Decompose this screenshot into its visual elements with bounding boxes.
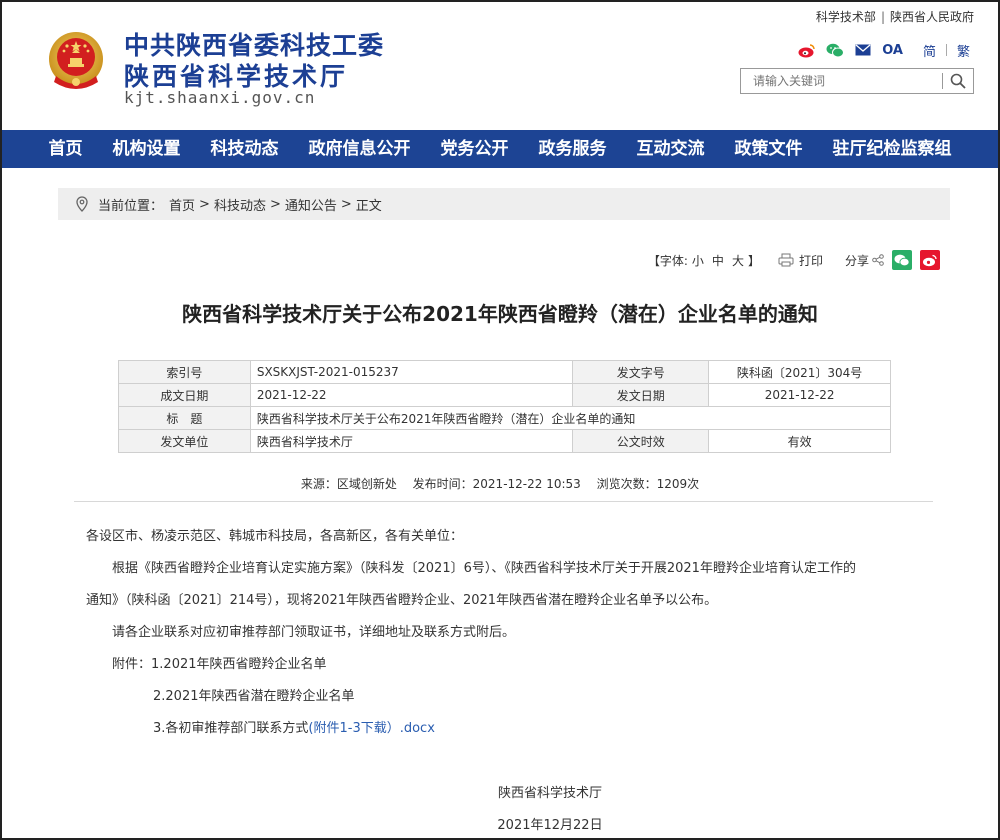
breadcrumb-current: 正文: [355, 198, 382, 214]
meta-value-title: 陕西省科学技术厅关于公布2021年陕西省瞪羚（潜在）企业名单的通知: [249, 406, 892, 430]
breadcrumb-separator: >: [340, 196, 352, 212]
nav-gov-info[interactable]: 政府信息公开: [294, 130, 426, 168]
meta-value-issued: 2021-12-22: [708, 383, 891, 407]
lang-traditional[interactable]: 繁: [957, 41, 970, 60]
meta-value-index: SXSKXJST-2021-015237: [249, 360, 574, 384]
search-input[interactable]: [741, 69, 941, 93]
document-meta-table: 索引号 SXSKXJST-2021-015237 发文字号 陕科函〔2021〕3…: [118, 360, 892, 453]
main-nav: 首页 机构设置 科技动态 政府信息公开 党务公开 政务服务 互动交流 政策文件 …: [2, 130, 998, 168]
meta-value-validity: 有效: [708, 429, 891, 453]
printer-icon: [778, 253, 794, 267]
meta-key-unit: 发文单位: [118, 429, 251, 453]
national-emblem-logo: [46, 30, 106, 92]
article-source: 来源：区域创新处: [300, 477, 397, 491]
nav-party-affairs[interactable]: 党务公开: [426, 130, 524, 168]
font-size-small[interactable]: 小: [692, 252, 704, 269]
paragraph-1-line-2: 通知》（陕科函〔2021〕214号），现将2021年陕西省瞪羚企业、2021年陕…: [86, 593, 718, 608]
nav-discipline-inspection[interactable]: 驻厅纪检监察组: [818, 130, 967, 168]
nav-sci-news[interactable]: 科技动态: [196, 130, 294, 168]
search-icon: [950, 73, 966, 89]
breadcrumb-label: 当前位置：: [98, 198, 164, 214]
search-box: [740, 68, 974, 94]
lang-simplified[interactable]: 简: [923, 41, 936, 60]
share-weibo-icon[interactable]: [920, 250, 940, 270]
share-label: 分享: [844, 253, 869, 268]
nav-interaction[interactable]: 互动交流: [622, 130, 720, 168]
top-link-separator: |: [880, 10, 885, 24]
oa-link[interactable]: OA: [882, 43, 903, 58]
share-wechat-icon[interactable]: [892, 250, 912, 270]
article-title: 陕西省科学技术厅关于公布2021年陕西省瞪羚（潜在）企业名单的通知: [182, 302, 818, 326]
nav-gov-services[interactable]: 政务服务: [524, 130, 622, 168]
meta-value-docno: 陕科函〔2021〕304号: [708, 360, 891, 384]
share-group: 分享: [845, 250, 940, 270]
font-size-close: 】: [747, 253, 760, 268]
font-size-large[interactable]: 大: [732, 252, 744, 269]
signature-org: 陕西省科学技术厅: [497, 786, 602, 801]
signature-date: 2021年12月22日: [497, 818, 603, 833]
divider: [74, 501, 933, 502]
site-domain: kjt.shaanxi.gov.cn: [124, 88, 316, 107]
link-ministry-of-science[interactable]: 科学技术部: [816, 10, 876, 24]
meta-value-unit: 陕西省科学技术厅: [249, 429, 574, 453]
site-header: 中共陕西省委科技工委 陕西省科学技术厅 kjt.shaanxi.gov.cn 科…: [2, 2, 998, 128]
print-button[interactable]: 打印: [778, 252, 823, 269]
attachment-3: 3.各初审推荐部门联系方式(附件1-3下载）.docx: [86, 713, 926, 745]
salutation: 各设区市、杨凌示范区、韩城市科技局，各高新区，各有关单位：: [86, 529, 464, 544]
meta-key-issued: 发文日期: [572, 383, 710, 407]
meta-key-validity: 公文时效: [572, 429, 710, 453]
meta-value-created: 2021-12-22: [249, 383, 574, 407]
nav-organization[interactable]: 机构设置: [98, 130, 196, 168]
share-icon: [872, 254, 884, 266]
article-publish-time: 发布时间：2021-12-22 10:53: [412, 477, 581, 491]
weibo-icon[interactable]: [798, 42, 816, 58]
breadcrumb-home[interactable]: 首页: [169, 195, 195, 214]
article-source-line: 来源：区域创新处 发布时间：2021-12-22 10:53 浏览次数：1209…: [2, 475, 998, 492]
article-body: 各设区市、杨凌示范区、韩城市科技局，各高新区，各有关单位： 根据《陕西省瞪羚企业…: [86, 521, 926, 745]
top-links: 科学技术部 | 陕西省人民政府: [816, 8, 974, 25]
link-provincial-government[interactable]: 陕西省人民政府: [890, 10, 974, 24]
attachment-download-link[interactable]: (附件1-3下载）.docx: [308, 721, 434, 736]
table-row: 成文日期 2021-12-22 发文日期 2021-12-22: [118, 383, 891, 407]
meta-key-created: 成文日期: [118, 383, 251, 407]
print-label: 打印: [798, 253, 823, 268]
wechat-icon[interactable]: [826, 42, 845, 58]
social-icon-row: OA 简 繁: [798, 40, 970, 60]
attachment-2: 2.2021年陕西省潜在瞪羚企业名单: [153, 689, 355, 704]
breadcrumb-separator: >: [199, 196, 210, 212]
breadcrumb-separator: >: [269, 196, 281, 212]
breadcrumb: 当前位置： 首页 > 科技动态 > 通知公告 > 正文: [58, 188, 950, 220]
attachment-label: 附件：: [112, 657, 152, 672]
font-size-label: 【字体:: [647, 253, 688, 268]
nav-policy-docs[interactable]: 政策文件: [720, 130, 818, 168]
table-row: 标 题 陕西省科学技术厅关于公布2021年陕西省瞪羚（潜在）企业名单的通知: [118, 406, 892, 430]
font-size-medium[interactable]: 中: [712, 252, 724, 269]
attachment-1-text: 1.2021年陕西省瞪羚企业名单: [151, 657, 327, 672]
paragraph-2: 请各企业联系对应初审推荐部门领取证书，详细地址及联系方式附后。: [112, 625, 516, 640]
page-frame: 中共陕西省委科技工委 陕西省科学技术厅 kjt.shaanxi.gov.cn 科…: [0, 0, 1000, 840]
meta-key-title: 标 题: [118, 406, 251, 430]
table-row: 发文单位 陕西省科学技术厅 公文时效 有效: [118, 429, 891, 453]
article-tools: 【字体: 小 中 大 】 打印 分享: [648, 248, 940, 272]
mail-icon[interactable]: [854, 42, 872, 58]
table-row: 索引号 SXSKXJST-2021-015237 发文字号 陕科函〔2021〕3…: [118, 360, 891, 384]
meta-key-index: 索引号: [118, 360, 251, 384]
attachment-3-text: 3.各初审推荐部门联系方式: [153, 721, 309, 736]
location-pin-icon: [76, 196, 88, 212]
paragraph-1-line-1: 根据《陕西省瞪羚企业培育认定实施方案》（陕科发〔2021〕6号）、《陕西省科学技…: [112, 561, 856, 576]
attachment-1: 附件：1.2021年陕西省瞪羚企业名单: [86, 649, 926, 681]
lang-divider: [945, 44, 947, 56]
nav-home[interactable]: 首页: [34, 130, 98, 168]
meta-key-docno: 发文字号: [572, 360, 710, 384]
article-views: 浏览次数：1209次: [596, 477, 700, 491]
breadcrumb-sci-news[interactable]: 科技动态: [214, 195, 266, 214]
search-button[interactable]: [943, 69, 973, 93]
breadcrumb-notices[interactable]: 通知公告: [285, 195, 337, 214]
